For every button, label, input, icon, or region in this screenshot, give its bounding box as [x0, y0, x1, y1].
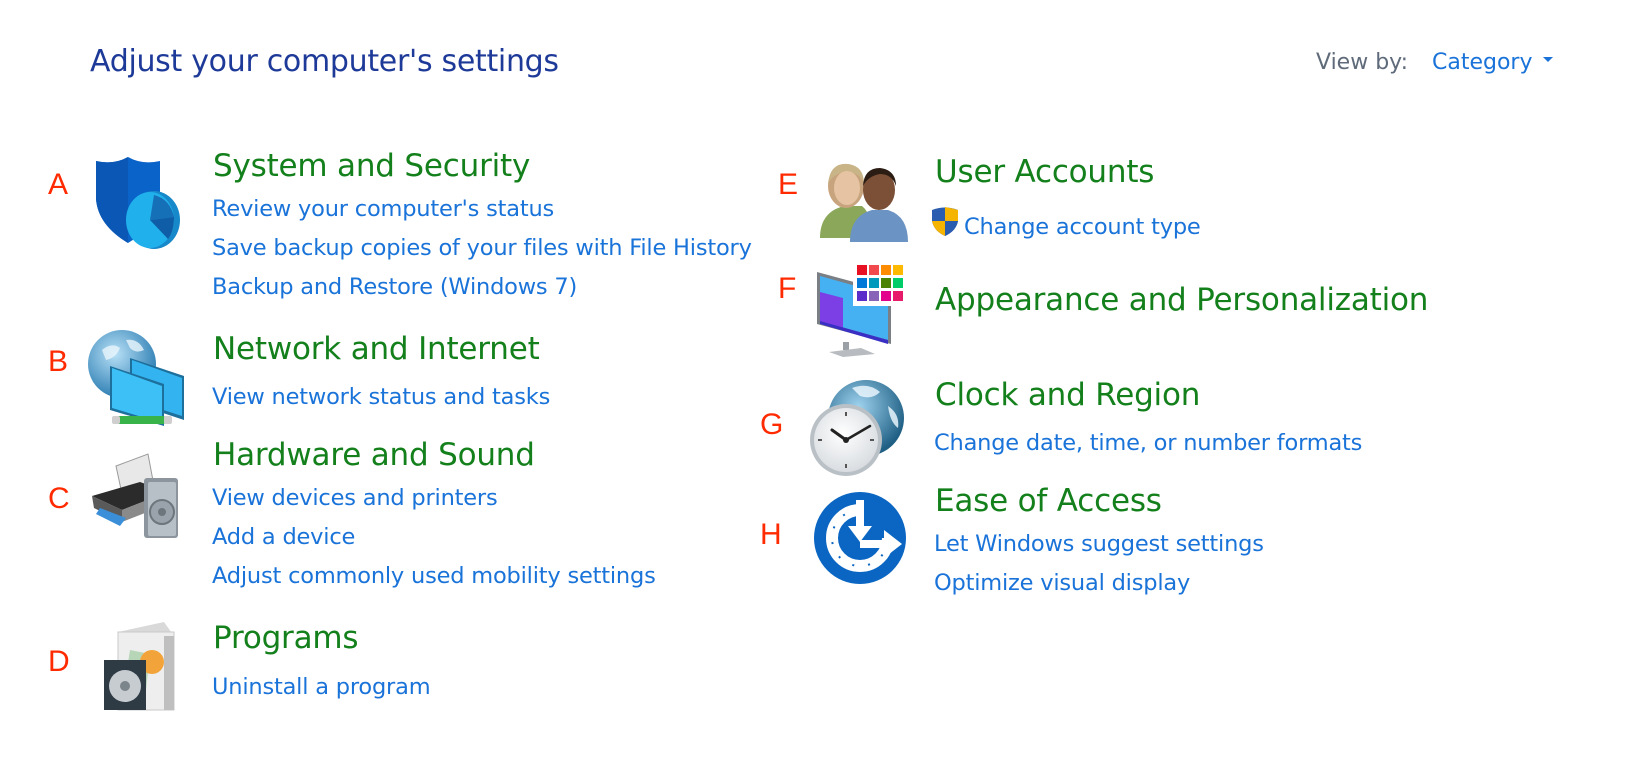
printer-speaker-icon[interactable]	[86, 448, 186, 547]
view-by-dropdown[interactable]: Category	[1432, 50, 1553, 75]
marker-h: H	[760, 518, 782, 551]
uac-shield-icon	[930, 205, 960, 243]
link-let-windows-suggest[interactable]: Let Windows suggest settings	[934, 531, 1264, 557]
category-title-appearance-personalization[interactable]: Appearance and Personalization	[935, 282, 1428, 318]
view-by-value: Category	[1432, 50, 1533, 75]
view-by-label: View by:	[1316, 50, 1408, 75]
users-icon[interactable]	[816, 160, 911, 249]
link-backup-restore[interactable]: Backup and Restore (Windows 7)	[212, 274, 577, 300]
link-uninstall-program[interactable]: Uninstall a program	[212, 674, 431, 700]
link-optimize-visual-display[interactable]: Optimize visual display	[934, 570, 1190, 596]
category-title-hardware-and-sound[interactable]: Hardware and Sound	[213, 437, 535, 473]
link-file-history[interactable]: Save backup copies of your files with Fi…	[212, 235, 752, 261]
marker-f: F	[778, 272, 797, 305]
link-change-account-type-label: Change account type	[964, 214, 1201, 240]
category-title-network-and-internet[interactable]: Network and Internet	[213, 331, 540, 367]
marker-e: E	[778, 168, 799, 201]
link-devices-printers[interactable]: View devices and printers	[212, 485, 498, 511]
shield-pie-icon[interactable]	[92, 155, 187, 254]
page-title: Adjust your computer's settings	[90, 44, 559, 79]
link-review-computer-status[interactable]: Review your computer's status	[212, 196, 554, 222]
category-title-user-accounts[interactable]: User Accounts	[935, 154, 1154, 190]
link-network-status[interactable]: View network status and tasks	[212, 384, 550, 410]
link-add-device[interactable]: Add a device	[212, 524, 355, 550]
category-title-ease-of-access[interactable]: Ease of Access	[935, 483, 1162, 519]
marker-b: B	[48, 345, 69, 378]
link-change-account-type[interactable]: Change account type	[930, 205, 1201, 243]
network-globe-icon[interactable]	[86, 328, 186, 432]
category-title-programs[interactable]: Programs	[213, 620, 359, 656]
marker-d: D	[48, 645, 70, 678]
monitor-palette-icon[interactable]	[815, 262, 910, 361]
link-mobility-settings[interactable]: Adjust commonly used mobility settings	[212, 563, 656, 589]
link-change-date-time-formats[interactable]: Change date, time, or number formats	[934, 430, 1362, 456]
category-title-system-and-security[interactable]: System and Security	[213, 148, 530, 184]
marker-a: A	[48, 168, 69, 201]
view-by: View by: Category	[1316, 50, 1553, 75]
caret-down-icon	[1542, 57, 1553, 62]
program-box-icon[interactable]	[100, 620, 180, 719]
marker-c: C	[48, 482, 70, 515]
marker-g: G	[760, 408, 784, 441]
clock-globe-icon[interactable]	[808, 378, 908, 482]
category-title-clock-and-region[interactable]: Clock and Region	[935, 377, 1200, 413]
ease-of-access-icon[interactable]	[812, 490, 908, 590]
